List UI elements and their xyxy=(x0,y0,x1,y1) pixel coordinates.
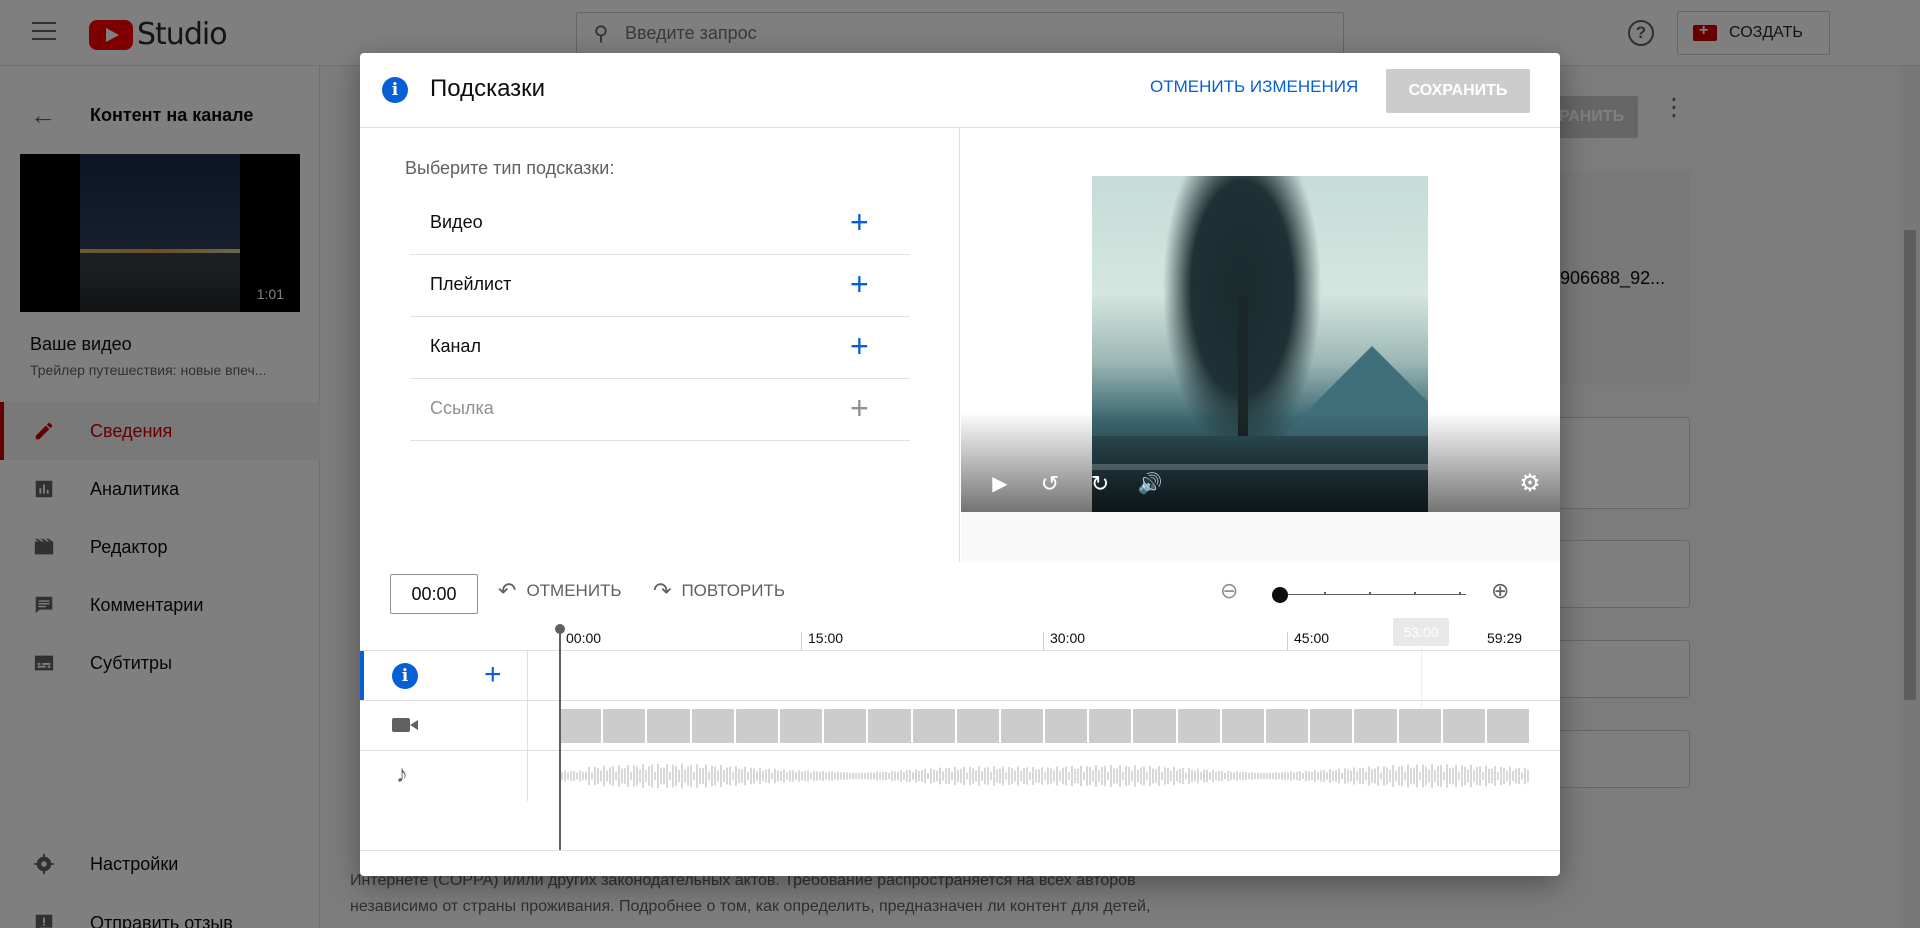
redo-button[interactable]: ↷ ПОВТОРИТЬ xyxy=(653,578,785,604)
track-label-column: ♪ xyxy=(360,751,528,801)
cards-track-icon: i xyxy=(392,663,418,689)
zoom-out-icon[interactable]: ⊖ xyxy=(1220,578,1238,604)
card-type-label: Плейлист xyxy=(430,274,512,294)
card-type-label: Канал xyxy=(430,336,481,356)
card-type-prompt: Выберите тип подсказки: xyxy=(405,158,615,178)
music-note-icon: ♪ xyxy=(396,761,408,788)
undo-button[interactable]: ↶ ОТМЕНИТЬ xyxy=(498,578,622,604)
ruler-tick xyxy=(1043,632,1044,650)
hover-time-tooltip: 53:00 xyxy=(1393,618,1449,646)
add-icon[interactable]: + xyxy=(850,202,869,242)
rewind-10-icon[interactable]: ↺ xyxy=(1035,472,1065,496)
redo-label: ПОВТОРИТЬ xyxy=(681,581,786,600)
card-type-channel[interactable]: Канал + xyxy=(410,317,910,379)
playhead[interactable] xyxy=(555,624,565,850)
zoom-tick xyxy=(1369,592,1371,594)
card-type-link: Ссылка + xyxy=(410,379,910,441)
add-icon: + xyxy=(850,390,869,426)
add-icon[interactable]: + xyxy=(850,326,869,366)
add-icon[interactable]: + xyxy=(850,264,869,304)
ruler-label: 59:29 xyxy=(1487,630,1523,646)
ruler-tick xyxy=(801,632,802,650)
forward-10-icon[interactable]: ↻ xyxy=(1085,472,1115,496)
card-type-label: Видео xyxy=(430,212,483,232)
timeline[interactable]: 00:00 15:00 30:00 45:00 59:29 53:00 i + xyxy=(360,618,1560,858)
add-card-icon[interactable]: + xyxy=(484,656,502,694)
audio-track[interactable]: ♪ xyxy=(360,750,1560,801)
ruler-tick xyxy=(1287,632,1288,650)
card-type-playlist[interactable]: Плейлист + xyxy=(410,255,910,317)
zoom-in-icon[interactable]: ⊕ xyxy=(1491,578,1509,604)
dialog-header: i Подсказки ОТМЕНИТЬ ИЗМЕНЕНИЯ СОХРАНИТЬ xyxy=(360,53,1560,128)
track-label-column xyxy=(360,701,528,751)
player-controls-shade xyxy=(961,412,1560,512)
zoom-tick xyxy=(1459,592,1461,594)
cards-track[interactable]: i + xyxy=(360,650,1560,701)
zoom-tick xyxy=(1324,592,1326,594)
player-settings-icon[interactable]: ⚙ xyxy=(1515,472,1545,496)
preview-panel: ▶ ↺ ↻ 🔊 ⚙ xyxy=(961,128,1560,562)
ruler-label: 15:00 xyxy=(808,630,844,646)
video-camera-icon xyxy=(392,718,418,732)
video-player[interactable]: ▶ ↺ ↻ 🔊 ⚙ xyxy=(961,128,1560,512)
ruler-label: 00:00 xyxy=(566,630,602,646)
volume-icon[interactable]: 🔊 xyxy=(1135,472,1165,496)
play-icon[interactable]: ▶ xyxy=(985,472,1015,496)
card-type-label: Ссылка xyxy=(430,398,494,418)
audio-waveform xyxy=(559,763,1529,789)
card-type-video[interactable]: Видео + xyxy=(410,193,910,255)
time-input[interactable]: 00:00 xyxy=(390,574,478,614)
redo-icon: ↷ xyxy=(653,578,672,603)
dialog-title: Подсказки xyxy=(430,75,546,102)
zoom-slider-handle[interactable] xyxy=(1272,587,1288,603)
info-icon: i xyxy=(382,77,408,103)
cards-dialog: i Подсказки ОТМЕНИТЬ ИЗМЕНЕНИЯ СОХРАНИТЬ… xyxy=(360,53,1560,876)
ruler-label: 30:00 xyxy=(1050,630,1086,646)
zoom-slider-track[interactable] xyxy=(1280,594,1466,595)
zoom-tick xyxy=(1414,592,1416,594)
video-frames-strip xyxy=(559,709,1532,743)
save-button[interactable]: СОХРАНИТЬ xyxy=(1386,69,1530,113)
video-track[interactable] xyxy=(360,700,1560,751)
undo-label: ОТМЕНИТЬ xyxy=(526,581,622,600)
track-label-column: i + xyxy=(360,651,528,701)
timeline-bottom-border xyxy=(360,850,1560,851)
ruler-label: 45:00 xyxy=(1294,630,1330,646)
card-type-panel: Выберите тип подсказки: Видео + Плейлист… xyxy=(360,128,960,562)
undo-icon: ↶ xyxy=(498,578,517,603)
undo-changes-button[interactable]: ОТМЕНИТЬ ИЗМЕНЕНИЯ xyxy=(1150,77,1358,97)
